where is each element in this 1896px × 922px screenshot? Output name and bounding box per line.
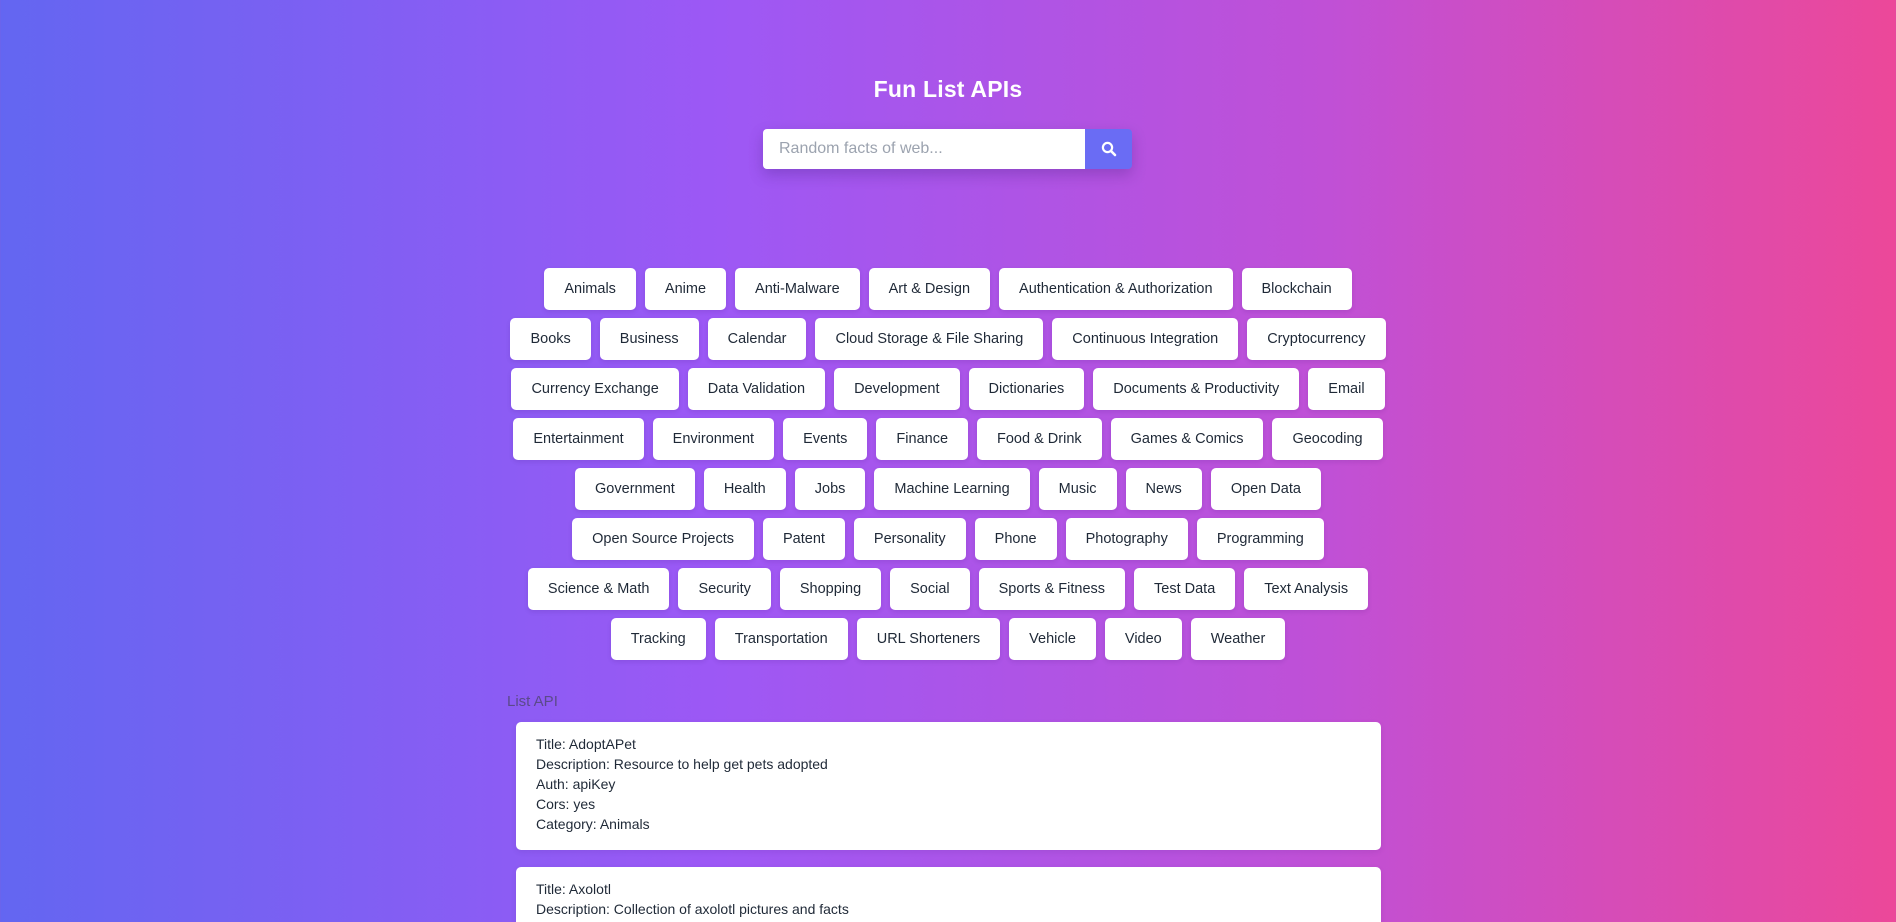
category-chip[interactable]: Personality	[853, 518, 966, 560]
category-chip[interactable]: Books	[510, 318, 591, 360]
search-button[interactable]	[1085, 129, 1132, 169]
category-chip[interactable]: Business	[599, 318, 699, 360]
api-title: Title: AdoptAPet	[536, 736, 636, 752]
category-chip[interactable]: Anime	[644, 268, 727, 310]
category-chip[interactable]: Development	[834, 368, 960, 410]
api-category: Category: Animals	[536, 816, 650, 832]
category-chip[interactable]: Video	[1104, 618, 1182, 660]
category-chip[interactable]: Music	[1038, 468, 1117, 510]
api-auth: Auth: apiKey	[536, 776, 616, 792]
search-input[interactable]	[763, 129, 1085, 169]
list-api-label: List API	[507, 693, 558, 710]
api-card: Title: AdoptAPet Description: Resource to…	[516, 722, 1381, 850]
category-chip[interactable]: Patent	[763, 518, 845, 560]
api-title: Title: Axolotl	[536, 881, 611, 897]
category-chip[interactable]: Dictionaries	[968, 368, 1085, 410]
category-chip[interactable]: Environment	[652, 418, 775, 460]
category-chip[interactable]: News	[1125, 468, 1202, 510]
category-chip[interactable]: Authentication & Authorization	[999, 268, 1233, 310]
category-chip[interactable]: Cryptocurrency	[1247, 318, 1386, 360]
category-chip[interactable]: Blockchain	[1241, 268, 1352, 310]
category-chip[interactable]: Art & Design	[868, 268, 991, 310]
category-chip[interactable]: Continuous Integration	[1052, 318, 1239, 360]
search-icon	[1101, 141, 1117, 157]
category-chip[interactable]: Open Data	[1210, 468, 1321, 510]
api-description: Description: Resource to help get pets a…	[536, 756, 828, 772]
category-chip[interactable]: Government	[575, 468, 695, 510]
category-chip[interactable]: Phone	[974, 518, 1057, 560]
category-chip[interactable]: Photography	[1065, 518, 1188, 560]
category-chip[interactable]: Weather	[1190, 618, 1286, 660]
category-chip[interactable]: Science & Math	[527, 568, 670, 610]
category-chip[interactable]: Events	[783, 418, 868, 460]
category-chip[interactable]: Animals	[544, 268, 636, 310]
category-chip[interactable]: Calendar	[707, 318, 807, 360]
category-chip[interactable]: Vehicle	[1009, 618, 1096, 660]
category-chip[interactable]: Security	[678, 568, 771, 610]
category-chip[interactable]: Text Analysis	[1244, 568, 1369, 610]
category-chip[interactable]: Shopping	[779, 568, 882, 610]
category-chip[interactable]: Tracking	[610, 618, 706, 660]
category-chip[interactable]: Transportation	[714, 618, 848, 660]
category-chip[interactable]: Social	[890, 568, 970, 610]
category-chip[interactable]: Programming	[1196, 518, 1324, 560]
category-chip[interactable]: Food & Drink	[977, 418, 1102, 460]
category-chip[interactable]: Open Source Projects	[572, 518, 754, 560]
category-list: Animals Anime Anti-Malware Art & Design Auth…	[504, 268, 1392, 660]
category-chip[interactable]: URL Shorteners	[856, 618, 1001, 660]
category-chip[interactable]: Jobs	[794, 468, 866, 510]
category-chip[interactable]: Cloud Storage & File Sharing	[815, 318, 1044, 360]
category-chip[interactable]: Anti-Malware	[735, 268, 860, 310]
api-cors: Cors: yes	[536, 796, 596, 812]
category-chip[interactable]: Data Validation	[687, 368, 826, 410]
category-chip[interactable]: Test Data	[1134, 568, 1236, 610]
category-chip[interactable]: Entertainment	[513, 418, 644, 460]
category-chip[interactable]: Finance	[876, 418, 969, 460]
category-chip[interactable]: Health	[703, 468, 786, 510]
category-chip[interactable]: Geocoding	[1272, 418, 1383, 460]
search-bar	[763, 129, 1132, 169]
api-description: Description: Collection of axolotl pictu…	[536, 901, 849, 917]
category-chip[interactable]: Email	[1308, 368, 1385, 410]
category-chip[interactable]: Machine Learning	[874, 468, 1030, 510]
category-chip[interactable]: Currency Exchange	[511, 368, 679, 410]
api-list: Title: AdoptAPet Description: Resource to…	[516, 722, 1381, 922]
category-chip[interactable]: Games & Comics	[1110, 418, 1264, 460]
page-title: Fun List APIs	[873, 76, 1023, 102]
category-chip[interactable]: Documents & Productivity	[1093, 368, 1300, 410]
api-card: Title: Axolotl Description: Collection of…	[516, 867, 1381, 922]
category-chip[interactable]: Sports & Fitness	[978, 568, 1126, 610]
